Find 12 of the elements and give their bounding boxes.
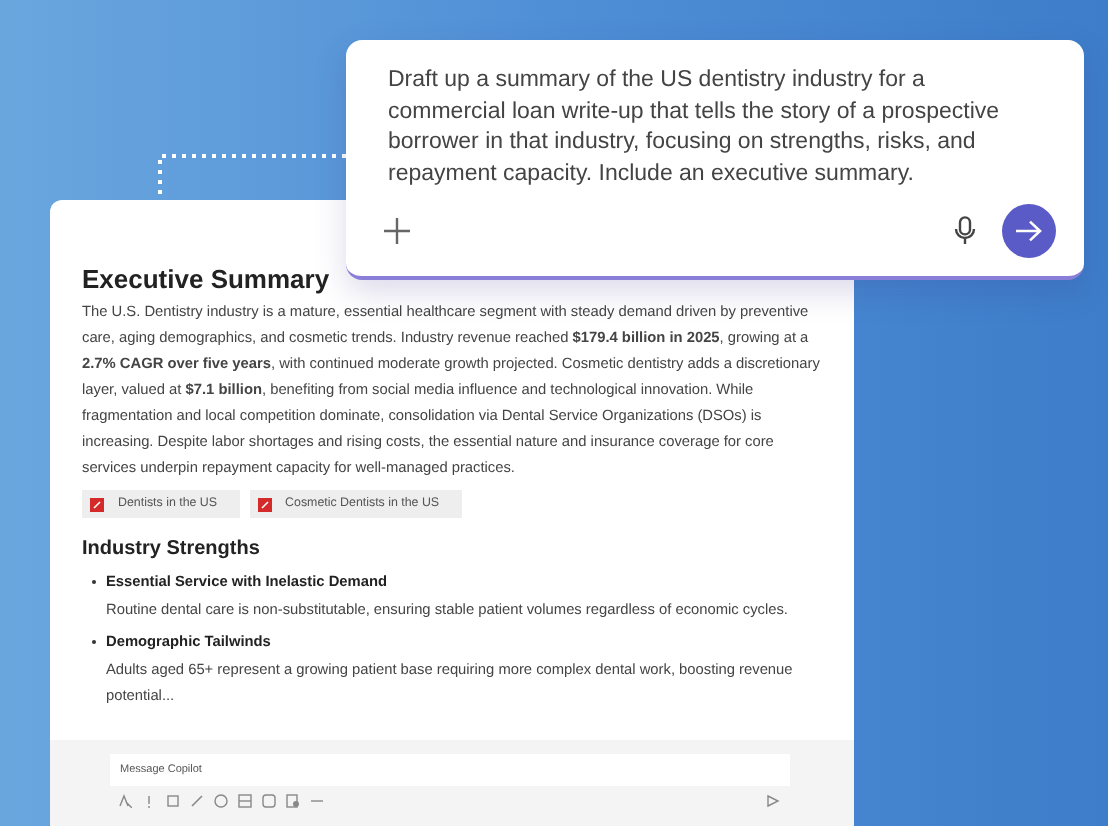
arrow-icon (1016, 220, 1042, 242)
send-button[interactable] (1002, 204, 1056, 258)
send-icon[interactable] (766, 794, 780, 808)
add-icon[interactable] (384, 218, 410, 244)
document-icon (90, 497, 104, 511)
more-icon[interactable] (310, 794, 324, 808)
document-icon (257, 497, 272, 511)
table-icon[interactable] (238, 794, 252, 808)
microphone-icon[interactable] (954, 216, 976, 246)
prompt-text: Draft up a summary of the US dentistry industry for a commercial loan write-up that tells the story of a prospective borrower in that industry, focusing on strengths, risks, and repayment capacity. Include an executive summary. (388, 66, 1002, 189)
document-title: Executive Summary (82, 264, 332, 296)
section-heading: Industry Strengths (82, 536, 262, 562)
